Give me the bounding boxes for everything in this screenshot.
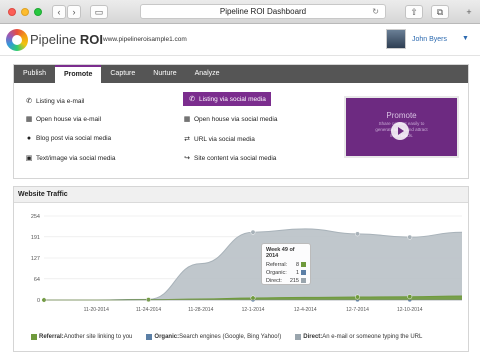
referral-point (250, 295, 256, 301)
y-tick-label: 127 (31, 256, 40, 262)
tooltip-row: Organic: 1 (266, 269, 306, 277)
share-icon[interactable]: ⇧ (405, 5, 423, 19)
y-tick-label: 0 (37, 298, 40, 304)
video-title: Promote (386, 111, 417, 120)
app-header: Pipeline ROI www.pipelineroisample1.com … (0, 24, 480, 56)
listing-email-link[interactable]: ✆ Listing via e-mail (25, 97, 84, 106)
x-tick-label: 12-7-2014 (346, 307, 369, 313)
tab-analyze[interactable]: Analyze (186, 65, 229, 83)
url-social-link[interactable]: ⇄ URL via social media (183, 135, 255, 144)
tooltip-title: Week 49 of 2014 (266, 247, 295, 259)
x-tick-label: 11-24-2014 (136, 307, 161, 313)
tabs-icon[interactable]: ⧉ (431, 5, 449, 19)
chart-legend: Referral: Another site linking to you Or… (31, 334, 436, 340)
site-content-social-link[interactable]: ↪ Site content via social media (183, 154, 276, 163)
new-tab-icon[interactable]: + (462, 5, 476, 19)
chart-tooltip: Week 49 of 2014 Referral: 8 Organic: 1 Dir… (261, 243, 311, 285)
tab-bar: Publish Promote Capture Nurture Analyze (14, 65, 468, 83)
referral-point (407, 294, 413, 300)
tab-publish[interactable]: Publish (14, 65, 55, 83)
text-image-social-link[interactable]: ▣ Text/image via social media (25, 154, 116, 163)
tooltip-row: Referral: 8 (266, 261, 306, 269)
reload-icon[interactable]: ↻ (372, 5, 379, 18)
referral-point (146, 297, 151, 303)
blog-post-social-link[interactable]: ● Blog post via social media (25, 135, 111, 142)
direct-point (407, 234, 413, 240)
x-tick-label: 11-28-2014 (188, 307, 213, 313)
open-house-social-link[interactable]: ▦ Open house via social media (183, 115, 278, 124)
traffic-panel: Website Traffic 0 64 127 191 254 11-20-2014 11… (13, 186, 469, 352)
forward-icon[interactable]: › (67, 5, 81, 19)
calendar-icon: ▦ (25, 116, 33, 123)
minimize-window-button[interactable] (21, 8, 29, 16)
share-icon: ↪ (184, 155, 190, 162)
image-icon: ▣ (25, 155, 33, 162)
y-tick-label: 64 (34, 277, 40, 283)
tooltip-row: Direct: 215 (266, 277, 306, 285)
calendar-icon: ▦ (183, 116, 191, 123)
tab-capture[interactable]: Capture (101, 65, 144, 83)
tab-promote[interactable]: Promote (54, 65, 102, 83)
direct-area (44, 228, 462, 300)
play-icon[interactable] (391, 122, 409, 140)
bullhorn-icon: ✆ (26, 98, 32, 105)
direct-point (355, 231, 360, 237)
x-tick-label: 11-20-2014 (84, 307, 109, 313)
legend-referral[interactable]: Referral: Another site linking to you (31, 334, 132, 340)
tab-nurture[interactable]: Nurture (144, 65, 185, 83)
retweet-icon: ⇄ (184, 136, 190, 143)
brand-name: Pipeline ROI (30, 32, 103, 47)
x-tick-label: 12-1-2014 (242, 307, 265, 313)
x-tick-label: 12-4-2014 (294, 307, 317, 313)
legend-direct[interactable]: Direct: An e-mail or someone typing the … (295, 334, 422, 340)
direct-point (250, 229, 256, 235)
traffic-title: Website Traffic (14, 187, 468, 203)
site-url: www.pipelineroisample1.com (103, 36, 187, 43)
actions-panel: Publish Promote Capture Nurture Analyze … (13, 64, 469, 179)
open-house-email-link[interactable]: ▦ Open house via e-mail (25, 115, 101, 124)
comment-icon: ● (26, 135, 32, 142)
legend-organic[interactable]: Organic: Search engines (Google, Bing Ya… (146, 334, 281, 340)
close-window-button[interactable] (8, 8, 16, 16)
referral-point (355, 294, 360, 300)
y-tick-label: 191 (31, 235, 40, 241)
page-title: Pipeline ROI Dashboard (219, 7, 307, 16)
zoom-window-button[interactable] (34, 8, 42, 16)
traffic-chart: 0 64 127 191 254 11-20-2014 11-24-2014 11-28-20… (31, 214, 463, 313)
sidebar-icon[interactable]: ▭ (90, 5, 108, 19)
back-icon[interactable]: ‹ (52, 5, 66, 19)
y-tick-label: 254 (31, 214, 40, 220)
chevron-down-icon[interactable]: ▼ (462, 35, 469, 42)
browser-toolbar: ‹ › ▭ Pipeline ROI Dashboard ↻ ⇧ ⧉ + (0, 0, 480, 24)
bullhorn-icon: ✆ (189, 96, 195, 103)
address-bar[interactable]: Pipeline ROI Dashboard ↻ (140, 4, 386, 19)
promote-video[interactable]: Promote Share content easily to generate… (344, 96, 459, 158)
user-name[interactable]: John Byers (412, 36, 447, 43)
avatar[interactable] (386, 29, 406, 49)
x-tick-label: 12-10-2014 (397, 307, 423, 313)
logo-icon (6, 29, 28, 51)
listing-social-button[interactable]: ✆ Listing via social media (183, 92, 271, 106)
